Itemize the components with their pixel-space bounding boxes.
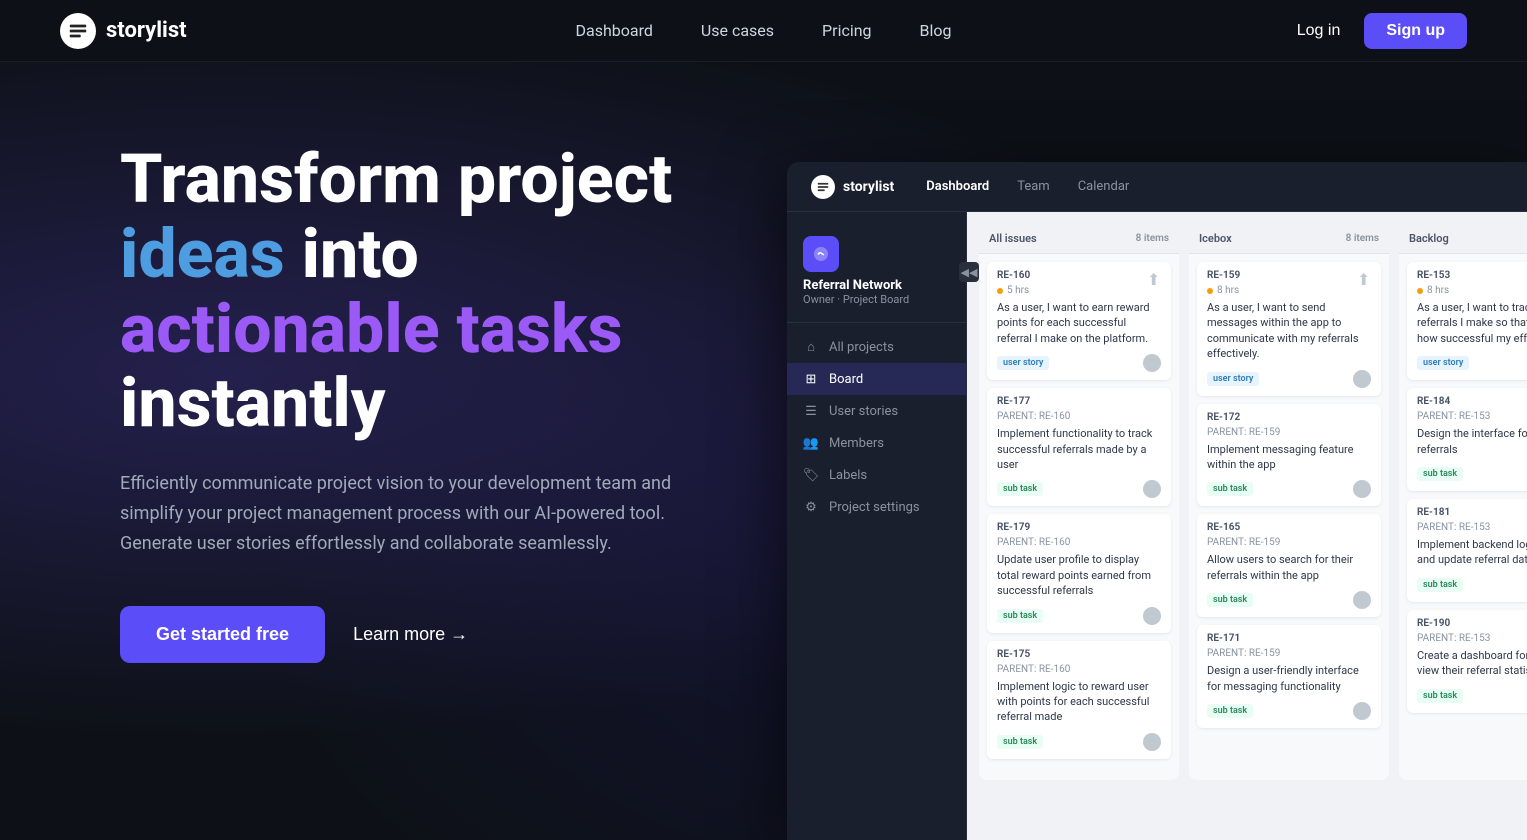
nav-links: Dashboard Use cases Pricing Blog: [575, 21, 951, 40]
main-content: Transform project ideas into actionable …: [0, 62, 1527, 840]
kanban-col-backlog: Backlog 8 items RE-153 ⬆ 8 hrs As a user…: [1399, 224, 1527, 780]
table-row: RE-172 PARENT: RE-159 Implement messagin…: [1197, 404, 1381, 507]
sidebar-item-labels[interactable]: 🏷 Labels: [787, 459, 966, 491]
col-cards-icebox: RE-159 ⬆ 8 hrs As a user, I want to send…: [1189, 254, 1389, 776]
hero-title: Transform project ideas into actionable …: [120, 142, 720, 441]
hero-title-instantly: instantly: [120, 363, 386, 443]
list-icon: ☰: [803, 403, 819, 419]
project-icon: [803, 236, 839, 272]
table-row: RE-181 PARENT: RE-153 Implement backend …: [1407, 499, 1527, 602]
avatar: [1353, 480, 1371, 498]
col-cards-backlog: RE-153 ⬆ 8 hrs As a user, I want to trac…: [1399, 254, 1527, 776]
app-logo: storylist: [811, 175, 894, 199]
hero-title-into: into: [302, 214, 419, 294]
avatar: [1143, 607, 1161, 625]
table-row: RE-177 PARENT: RE-160 Implement function…: [987, 388, 1171, 506]
avatar: [1143, 480, 1161, 498]
app-topbar: storylist Dashboard Team Calendar: [787, 162, 1527, 212]
kanban-col-all-issues: All issues 8 items RE-160 ⬆ 5 hrs As a u…: [979, 224, 1179, 780]
settings-icon: ⚙: [803, 499, 819, 515]
table-row: RE-184 PARENT: RE-153 Design the interfa…: [1407, 388, 1527, 491]
app-body: Referral Network Owner · Project Board ◀…: [787, 212, 1527, 840]
col-title-all-issues: All issues: [989, 232, 1037, 245]
hero-title-line1: Transform project: [120, 139, 672, 219]
kanban-area: All issues 8 items RE-160 ⬆ 5 hrs As a u…: [967, 212, 1527, 840]
app-nav-dashboard[interactable]: Dashboard: [926, 179, 989, 194]
table-row: RE-165 PARENT: RE-159 Allow users to sea…: [1197, 514, 1381, 617]
table-row: RE-190 PARENT: RE-153 Create a dashboard…: [1407, 610, 1527, 713]
project-header: Referral Network Owner · Project Board: [787, 228, 966, 323]
sidebar-item-members[interactable]: 👥 Members: [787, 427, 966, 459]
app-nav-team[interactable]: Team: [1017, 179, 1050, 194]
project-name: Referral Network: [803, 278, 950, 293]
table-row: RE-171 PARENT: RE-159 Design a user-frie…: [1197, 625, 1381, 728]
table-row: RE-153 ⬆ 8 hrs As a user, I want to trac…: [1407, 262, 1527, 380]
table-row: RE-160 ⬆ 5 hrs As a user, I want to earn…: [987, 262, 1171, 380]
col-title-icebox: Icebox: [1199, 232, 1232, 245]
hero-section: Transform project ideas into actionable …: [0, 62, 780, 840]
col-header-all-issues: All issues 8 items: [979, 224, 1179, 254]
brand-name: storylist: [106, 18, 187, 43]
app-nav-items: Dashboard Team Calendar: [926, 179, 1129, 194]
export-icon[interactable]: ⬆: [1357, 270, 1371, 284]
col-count-icebox: 8 items: [1346, 233, 1379, 244]
hero-title-blue: ideas: [120, 214, 285, 294]
hero-subtitle: Efficiently communicate project vision t…: [120, 469, 680, 558]
avatar: [1143, 354, 1161, 372]
avatar: [1353, 591, 1371, 609]
hero-actions: Get started free Learn more →: [120, 606, 720, 663]
get-started-button[interactable]: Get started free: [120, 606, 325, 663]
project-type: Owner · Project Board: [803, 293, 950, 306]
col-count-all-issues: 8 items: [1136, 233, 1169, 244]
table-row: RE-159 ⬆ 8 hrs As a user, I want to send…: [1197, 262, 1381, 396]
app-logo-icon: [811, 175, 835, 199]
app-brand-name: storylist: [843, 179, 894, 195]
sidebar-item-all-projects[interactable]: ⌂ All projects: [787, 331, 966, 363]
col-header-icebox: Icebox 8 items: [1189, 224, 1389, 254]
avatar: [1353, 702, 1371, 720]
app-sidebar: Referral Network Owner · Project Board ◀…: [787, 212, 967, 840]
nav-pricing[interactable]: Pricing: [822, 21, 872, 40]
nav-use-cases[interactable]: Use cases: [701, 21, 774, 40]
kanban-col-icebox: Icebox 8 items RE-159 ⬆ 8 hrs As a user,…: [1189, 224, 1389, 780]
avatar: [1353, 370, 1371, 388]
app-preview-panel: storylist Dashboard Team Calendar: [787, 162, 1527, 840]
logo-icon: [60, 13, 96, 49]
avatar: [1143, 733, 1161, 751]
col-cards-all-issues: RE-160 ⬆ 5 hrs As a user, I want to earn…: [979, 254, 1179, 776]
table-row: RE-179 PARENT: RE-160 Update user profil…: [987, 514, 1171, 632]
brand-logo: storylist: [60, 13, 187, 49]
tag-icon: 🏷: [803, 467, 819, 483]
export-icon[interactable]: ⬆: [1147, 270, 1161, 284]
nav-blog[interactable]: Blog: [920, 21, 952, 40]
sidebar-item-user-stories[interactable]: ☰ User stories: [787, 395, 966, 427]
app-nav-calendar[interactable]: Calendar: [1078, 179, 1130, 194]
board-icon: ⊞: [803, 371, 819, 387]
hero-title-purple: actionable tasks: [120, 289, 623, 369]
sidebar-item-board[interactable]: ⊞ Board: [787, 363, 966, 395]
learn-more-button[interactable]: Learn more →: [353, 624, 468, 645]
sidebar-collapse-button[interactable]: ◀◀: [959, 262, 979, 282]
table-row: RE-175 PARENT: RE-160 Implement logic to…: [987, 641, 1171, 759]
nav-actions: Log in Sign up: [1297, 13, 1467, 49]
home-icon: ⌂: [803, 339, 819, 355]
nav-features[interactable]: Dashboard: [575, 21, 652, 40]
navbar: storylist Dashboard Use cases Pricing Bl…: [0, 0, 1527, 62]
col-title-backlog: Backlog: [1409, 232, 1449, 245]
col-header-backlog: Backlog 8 items: [1399, 224, 1527, 254]
sidebar-item-project-settings[interactable]: ⚙ Project settings: [787, 491, 966, 523]
kanban-board: All issues 8 items RE-160 ⬆ 5 hrs As a u…: [967, 212, 1527, 792]
members-icon: 👥: [803, 435, 819, 451]
signup-button[interactable]: Sign up: [1364, 13, 1467, 49]
login-button[interactable]: Log in: [1297, 22, 1341, 40]
